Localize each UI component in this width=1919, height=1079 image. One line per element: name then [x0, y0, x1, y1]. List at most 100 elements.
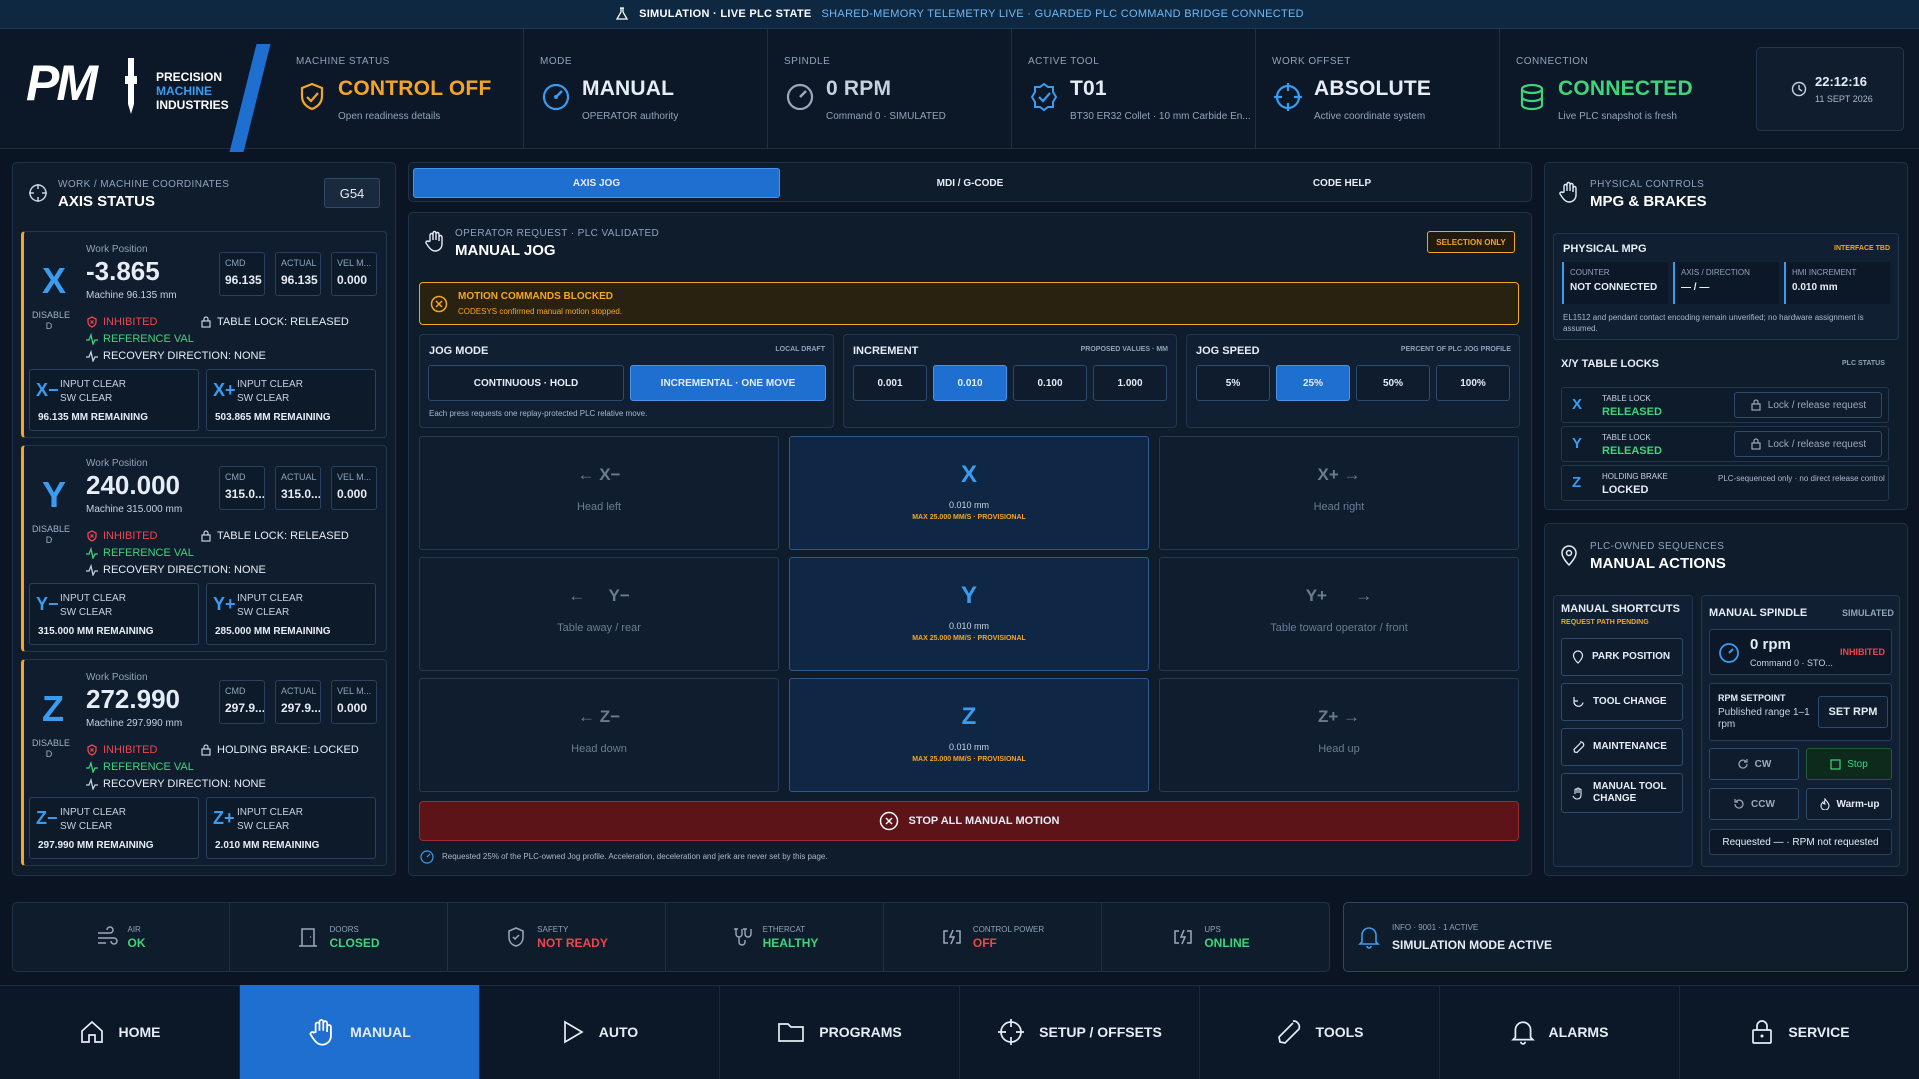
increment-0-100-button[interactable]: 0.100: [1013, 365, 1087, 401]
gauge-small-icon: [420, 850, 434, 864]
spindle-ccw-button[interactable]: CCW: [1709, 788, 1799, 820]
mpg-counter: COUNTER NOT CONNECTED: [1562, 262, 1668, 304]
jog-y-minus-button[interactable]: ← Y− Table away / rear: [419, 557, 779, 671]
jog-z-minus-button[interactable]: ← Z− Head down: [419, 678, 779, 792]
y-lock-release-button[interactable]: Lock / release request: [1734, 431, 1882, 457]
jog-y-axis-select[interactable]: Y 0.010 mm MAX 25.000 MM/S · PROVISIONAL: [789, 557, 1149, 671]
spindle-warmup-button[interactable]: Warm-up: [1806, 788, 1892, 820]
selection-only-badge: SELECTION ONLY: [1427, 231, 1515, 253]
actions-title: MANUAL ACTIONS: [1590, 555, 1726, 572]
shortcuts-note: REQUEST PATH PENDING: [1561, 619, 1649, 626]
speed-100-button[interactable]: 100%: [1436, 365, 1510, 401]
speed-25-button[interactable]: 25%: [1276, 365, 1350, 401]
jog-x-plus-button[interactable]: X+ → Head right: [1159, 436, 1519, 550]
nav-manual[interactable]: MANUAL: [240, 985, 480, 1079]
clock-time: 22:12:16: [1815, 74, 1868, 89]
hand-icon: [1572, 786, 1582, 800]
maintenance-button[interactable]: MAINTENANCE: [1561, 728, 1683, 766]
x-table-lock-row: X TABLE LOCK RELEASED Lock / release req…: [1561, 387, 1889, 423]
speed-5-button[interactable]: 5%: [1196, 365, 1270, 401]
x-lock-release-button[interactable]: Lock / release request: [1734, 392, 1882, 418]
speed-50-button[interactable]: 50%: [1356, 365, 1430, 401]
tab-mdi-gcode[interactable]: MDI / G-CODE: [785, 168, 1155, 198]
spindle-sub: Command 0 · SIMULATED: [826, 111, 946, 122]
work-position-value: 240.000: [86, 470, 180, 500]
tab-code-help[interactable]: CODE HELP: [1157, 168, 1527, 198]
actual-readout: ACTUAL 297.9...: [275, 680, 321, 724]
nav-programs[interactable]: PROGRAMS: [720, 985, 960, 1079]
jog-speed-group: JOG SPEED PERCENT OF PLC JOG PROFILE 5% …: [1186, 334, 1520, 428]
mode-sub: OPERATOR authority: [582, 111, 679, 122]
nav-tools[interactable]: TOOLS: [1200, 985, 1440, 1079]
table-lock-status: TABLE LOCK: RELEASED: [200, 530, 349, 542]
park-position-button[interactable]: PARK POSITION: [1561, 638, 1683, 676]
physical-mpg-card: PHYSICAL MPG INTERFACE TBD COUNTER NOT CO…: [1553, 233, 1899, 340]
jog-z-axis-select[interactable]: Z 0.010 mm MAX 25.000 MM/S · PROVISIONAL: [789, 678, 1149, 792]
connection-value: CONNECTED: [1558, 77, 1693, 100]
spindle-stop-button[interactable]: Stop: [1806, 748, 1892, 780]
mpg-axis-direction: AXIS / DIRECTION — / —: [1673, 262, 1779, 304]
door-icon: [299, 928, 318, 947]
jog-mode-hint: Each press requests one replay-protected…: [429, 409, 648, 418]
jog-x-minus-button[interactable]: ← X− Head left: [419, 436, 779, 550]
table-lock-status: TABLE LOCK: RELEASED: [200, 316, 349, 328]
work-position-label: Work Position: [86, 458, 148, 469]
air-flow-icon: [97, 926, 118, 945]
spindle-rpm-value: 0 rpm: [1750, 636, 1791, 653]
increment-group: INCREMENT PROPOSED VALUES · MM 0.001 0.0…: [843, 334, 1177, 428]
database-icon: [1520, 83, 1544, 111]
nav-setup-offsets[interactable]: SETUP / OFFSETS: [960, 985, 1200, 1079]
pulse-icon: [86, 350, 98, 362]
recovery-direction: RECOVERY DIRECTION: NONE: [86, 350, 266, 362]
nav-home[interactable]: HOME: [0, 985, 240, 1079]
work-offset-select[interactable]: G54: [324, 178, 380, 208]
active-alarm-banner[interactable]: INFO · 9001 · 1 ACTIVE SIMULATION MODE A…: [1343, 902, 1908, 972]
spindle-cw-button[interactable]: CW: [1709, 748, 1799, 780]
pulse-icon: [86, 778, 98, 790]
status-safety: SAFETY NOT READY: [448, 902, 666, 972]
simulation-label: SIMULATION · LIVE PLC STATE: [639, 8, 812, 20]
shield-x-icon: [87, 316, 97, 328]
location-pin-icon: [1561, 545, 1577, 567]
y-table-lock-row: Y TABLE LOCK RELEASED Lock / release req…: [1561, 426, 1889, 462]
brand-monogram: PM: [26, 55, 98, 111]
jog-z-plus-button[interactable]: Z+ → Head up: [1159, 678, 1519, 792]
nav-alarms[interactable]: ALARMS: [1440, 985, 1680, 1079]
axis-card-x: X DISABLE D Work Position -3.865 Machine…: [21, 231, 387, 438]
stop-all-motion-button[interactable]: STOP ALL MANUAL MOTION: [419, 801, 1519, 841]
continuous-mode-button[interactable]: CONTINUOUS · HOLD: [428, 365, 624, 401]
shield-x-icon: [87, 530, 97, 542]
recovery-direction: RECOVERY DIRECTION: NONE: [86, 564, 266, 576]
increment-0-010-button[interactable]: 0.010: [933, 365, 1007, 401]
padlock-icon: [201, 316, 211, 328]
jog-x-axis-select[interactable]: X 0.010 mm MAX 25.000 MM/S · PROVISIONAL: [789, 436, 1149, 550]
pulse-icon: [86, 564, 98, 576]
active-tool-label: ACTIVE TOOL: [1028, 56, 1100, 67]
pulse-icon: [86, 333, 98, 345]
set-rpm-button[interactable]: SET RPM: [1818, 696, 1888, 728]
work-offset-sub: Active coordinate system: [1314, 111, 1426, 122]
hand-icon: [1559, 181, 1577, 203]
spindle-value: 0 RPM: [826, 77, 892, 100]
spindle-label: SPINDLE: [784, 56, 831, 67]
mpg-note: EL1512 and pendant contact encoding rema…: [1563, 313, 1864, 333]
machine-status-cell[interactable]: MACHINE STATUS CONTROL OFF Open readines…: [280, 29, 524, 149]
tab-axis-jog[interactable]: AXIS JOG: [413, 168, 780, 198]
jog-y-plus-button[interactable]: Y+ → Table toward operator / front: [1159, 557, 1519, 671]
bell-icon: [1510, 1021, 1535, 1045]
tool-change-button[interactable]: TOOL CHANGE: [1561, 683, 1683, 721]
velocity-readout: VEL M... 0.000: [331, 680, 377, 724]
manual-tool-change-button[interactable]: MANUAL TOOL CHANGE: [1561, 773, 1683, 813]
incremental-mode-button[interactable]: INCREMENTAL · ONE MOVE: [630, 365, 826, 401]
machine-status-link[interactable]: Open readiness details: [338, 111, 518, 122]
axis-panel-subtitle: WORK / MACHINE COORDINATES: [58, 179, 230, 190]
increment-0-001-button[interactable]: 0.001: [853, 365, 927, 401]
nav-service[interactable]: SERVICE: [1680, 985, 1919, 1079]
actual-readout: ACTUAL 315.0...: [275, 466, 321, 510]
padlock-icon: [1751, 438, 1761, 450]
wrench-icon: [1573, 740, 1585, 753]
axis-enable-state: DISABLE D: [32, 738, 71, 759]
increment-1-000-button[interactable]: 1.000: [1093, 365, 1167, 401]
padlock-icon: [1751, 399, 1761, 411]
nav-auto[interactable]: AUTO: [480, 985, 720, 1079]
